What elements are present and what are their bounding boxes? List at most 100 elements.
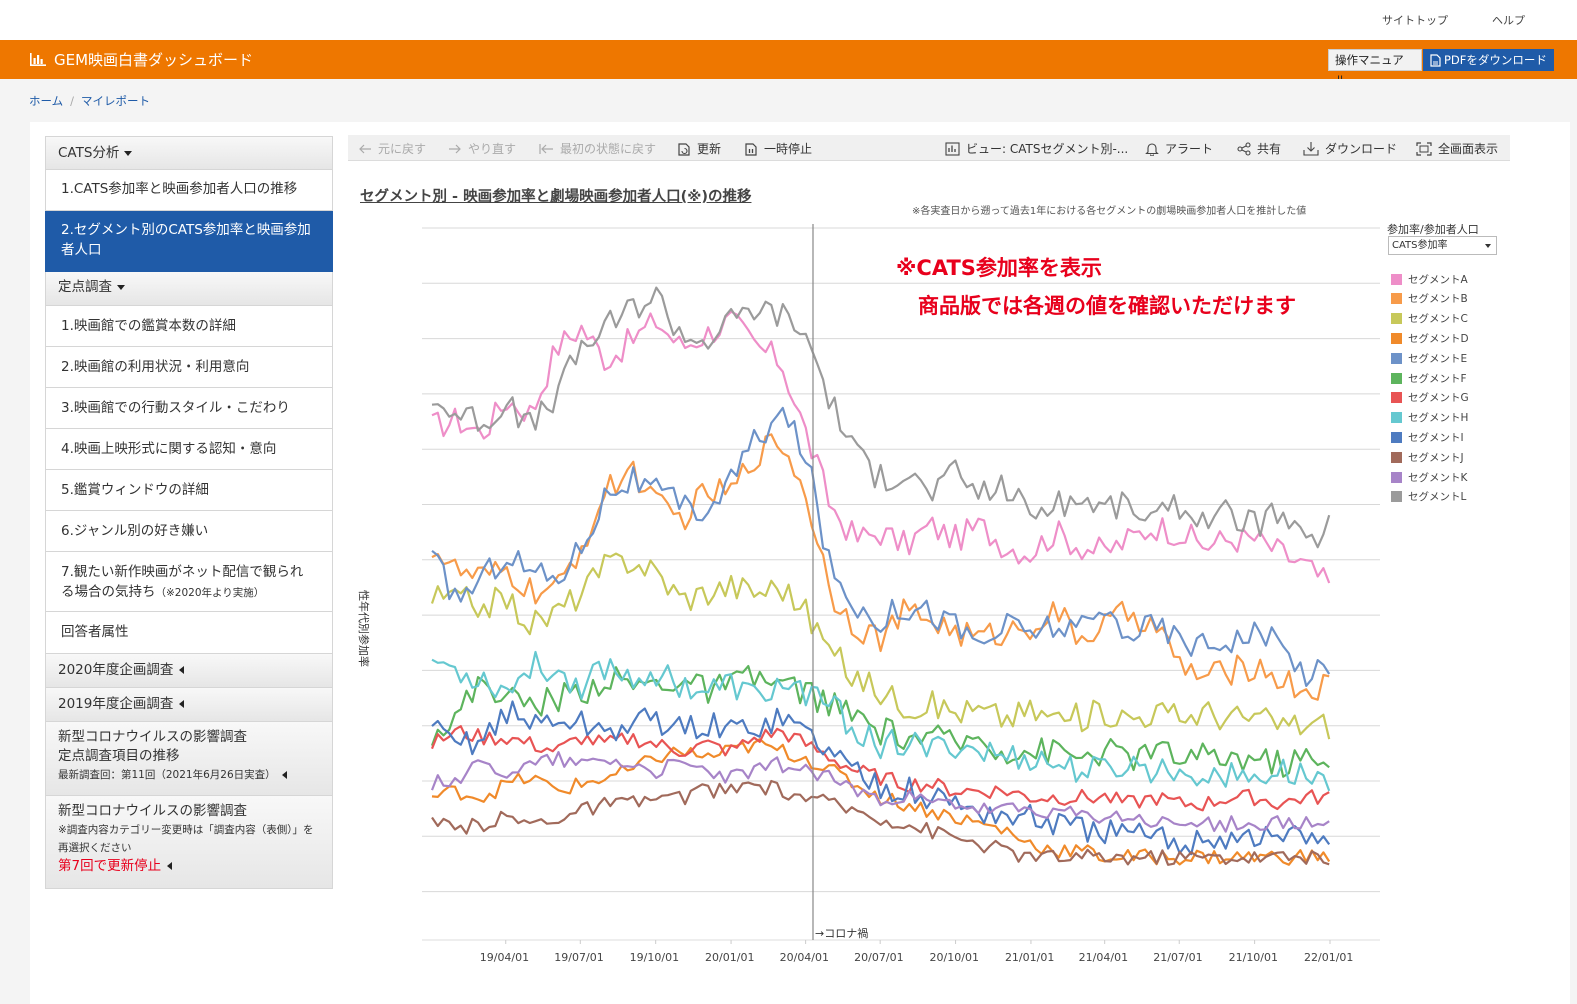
- sidebar-section-cats[interactable]: CATS分析: [45, 136, 333, 170]
- legend-item[interactable]: セグメントB: [1391, 292, 1468, 306]
- sidebar-item-fixed-5[interactable]: 5.鑑賞ウィンドウの詳細: [45, 470, 333, 511]
- legend-item[interactable]: セグメントC: [1391, 312, 1468, 326]
- sidebar-item-fixed-2[interactable]: 2.映画館の利用状況・利用意向: [45, 347, 333, 388]
- refresh-label: 更新: [697, 142, 722, 156]
- corona-1-note: 最新調査回：第11回（2021年6月26日実査）: [58, 766, 332, 785]
- line-chart[interactable]: 19/04/01 19/07/01 19/10/01 20/01/01 20/04/01…: [422, 224, 1380, 984]
- corona-2-note: ※調査内容カテゴリー変更時は「調査内容（表側）」を再選択ください: [58, 824, 314, 854]
- legend-swatch: [1391, 372, 1402, 384]
- undo-label: 元に戻す: [378, 142, 427, 156]
- brand[interactable]: GEM映画白書ダッシュボード: [29, 49, 253, 70]
- x-tick-label: 20/07/01: [854, 951, 903, 964]
- x-tick-label: 21/04/01: [1079, 951, 1128, 964]
- sidebar-item-cats-1[interactable]: 1.CATS参加率と映画参加者人口の推移: [45, 170, 333, 211]
- legend-item[interactable]: セグメントH: [1391, 411, 1468, 425]
- share-button[interactable]: 共有: [1237, 140, 1281, 157]
- legend-item[interactable]: セグメントE: [1391, 351, 1467, 365]
- overlay-note-1: ※CATS参加率を表示: [896, 256, 1102, 280]
- caret-down-icon: [124, 150, 133, 156]
- help-link[interactable]: ヘルプ: [1492, 12, 1525, 28]
- pause-icon: [745, 142, 757, 156]
- measure-select[interactable]: CATS参加率: [1388, 236, 1497, 255]
- corona-2-title: 新型コロナウイルスの影響調査: [58, 803, 247, 819]
- share-label: 共有: [1257, 142, 1282, 156]
- caret-left-icon: [281, 771, 287, 779]
- legend-item[interactable]: セグメントJ: [1391, 450, 1464, 464]
- view-button[interactable]: ビュー: CATSセグメント別-...: [945, 140, 1128, 157]
- y-axis-title: 性年代別参加率: [357, 590, 370, 667]
- legend-label: セグメントH: [1408, 412, 1469, 425]
- view-chart-icon: [945, 141, 960, 156]
- undo-icon: [359, 144, 371, 153]
- fullscreen-icon: [1416, 141, 1432, 156]
- caret-left-icon: [167, 862, 173, 870]
- legend-swatch: [1391, 273, 1402, 285]
- sidebar-item-fixed-1[interactable]: 1.映画館での鑑賞本数の詳細: [45, 306, 333, 347]
- breadcrumb-home[interactable]: ホーム: [29, 94, 63, 108]
- legend-item[interactable]: セグメントL: [1391, 490, 1466, 504]
- legend-item[interactable]: セグメントI: [1391, 430, 1464, 444]
- sidebar-item-fixed-4[interactable]: 4.映画上映形式に関する認知・意向: [45, 429, 333, 470]
- x-tick-label: 20/10/01: [930, 951, 979, 964]
- top-navigation: サイトトップ ヘルプ: [0, 0, 1577, 40]
- x-tick-label: 19/10/01: [630, 951, 679, 964]
- undo-button[interactable]: 元に戻す: [358, 140, 426, 157]
- view-label: ビュー: CATSセグメント別-...: [966, 142, 1129, 156]
- sidebar-section-2019[interactable]: 2019年度企画調査: [45, 688, 333, 722]
- sidebar-section-2020[interactable]: 2020年度企画調査: [45, 654, 333, 688]
- legend-item[interactable]: セグメントG: [1391, 391, 1469, 405]
- sidebar-section-2019-label: 2019年度企画調査: [58, 696, 174, 712]
- legend-swatch: [1391, 471, 1402, 483]
- legend-label: セグメントG: [1408, 392, 1469, 405]
- fullscreen-label: 全画面表示: [1438, 142, 1499, 156]
- x-tick-label: 19/04/01: [480, 951, 529, 964]
- corona-1-title-2: 定点調査項目の推移: [58, 748, 180, 764]
- sidebar: CATS分析 1.CATS参加率と映画参加者人口の推移 2.セグメント別のCAT…: [45, 136, 333, 889]
- x-tick-label: 20/01/01: [705, 951, 754, 964]
- x-tick-label: 21/10/01: [1229, 951, 1278, 964]
- alert-button[interactable]: アラート: [1145, 140, 1213, 157]
- redo-button[interactable]: やり直す: [448, 140, 516, 157]
- pause-button[interactable]: 一時停止: [744, 140, 812, 157]
- revert-button[interactable]: 最初の状態に戻す: [538, 140, 656, 157]
- app-header: GEM映画白書ダッシュボード 操作マニュアル PDFをダウンロード: [0, 40, 1577, 87]
- sidebar-section-cats-label: CATS分析: [58, 145, 120, 161]
- legend-label: セグメントA: [1408, 273, 1468, 286]
- pdf-download-button[interactable]: PDFをダウンロード: [1423, 49, 1554, 71]
- sidebar-item-fixed-7[interactable]: 7.観たい新作映画がネット配信で観られる場合の気持ち（※2020年より実施）: [45, 552, 333, 612]
- legend-label: セグメントE: [1408, 352, 1468, 365]
- fullscreen-button[interactable]: 全画面表示: [1416, 140, 1498, 157]
- legend-item[interactable]: セグメントA: [1391, 272, 1468, 286]
- sidebar-section-corona-2[interactable]: 新型コロナウイルスの影響調査 ※調査内容カテゴリー変更時は「調査内容（表側）」を…: [45, 796, 333, 889]
- legend-item[interactable]: セグメントD: [1391, 331, 1469, 345]
- manual-button[interactable]: 操作マニュアル: [1328, 49, 1422, 87]
- legend-label: セグメントB: [1408, 293, 1468, 306]
- bar-chart-icon: [30, 53, 46, 66]
- legend-item[interactable]: セグメントK: [1391, 470, 1467, 484]
- sidebar-item-cats-2[interactable]: 2.セグメント別のCATS参加率と映画参加者人口: [45, 211, 333, 272]
- sidebar-section-fixed[interactable]: 定点調査: [45, 272, 333, 306]
- download-button[interactable]: ダウンロード: [1303, 140, 1397, 157]
- legend-swatch: [1391, 332, 1402, 344]
- breadcrumb-my-report[interactable]: マイレポート: [81, 94, 150, 108]
- sidebar-item-fixed-3[interactable]: 3.映画館での行動スタイル・こだわり: [45, 388, 333, 429]
- pause-label: 一時停止: [764, 142, 813, 156]
- sidebar-item-respondent[interactable]: 回答者属性: [45, 612, 333, 654]
- sidebar-item-fixed-6[interactable]: 6.ジャンル別の好き嫌い: [45, 511, 333, 552]
- overlay-note-2: 商品版では各週の値を確認いただけます: [918, 294, 1296, 318]
- site-top-link[interactable]: サイトトップ: [1382, 12, 1448, 28]
- x-tick-label: 22/01/01: [1304, 951, 1353, 964]
- x-tick-label: 21/07/01: [1153, 951, 1202, 964]
- legend-label: セグメントC: [1408, 313, 1468, 326]
- x-tick-label: 20/04/01: [780, 951, 829, 964]
- viz-toolbar: 元に戻す やり直す 最初の状態に戻す 更新 一時停止 ビュー: CATSセグメン…: [348, 135, 1510, 161]
- legend-swatch: [1391, 313, 1402, 325]
- legend-label: セグメントK: [1408, 471, 1468, 484]
- series-line: [431, 700, 1331, 856]
- legend-swatch: [1391, 293, 1402, 305]
- legend-item[interactable]: セグメントF: [1391, 371, 1467, 385]
- sidebar-section-corona-1[interactable]: 新型コロナウイルスの影響調査 定点調査項目の推移 最新調査回：第11回（2021…: [45, 722, 333, 796]
- breadcrumb: ホーム / マイレポート: [29, 94, 151, 108]
- revert-icon: [539, 143, 553, 154]
- refresh-button[interactable]: 更新: [677, 140, 721, 157]
